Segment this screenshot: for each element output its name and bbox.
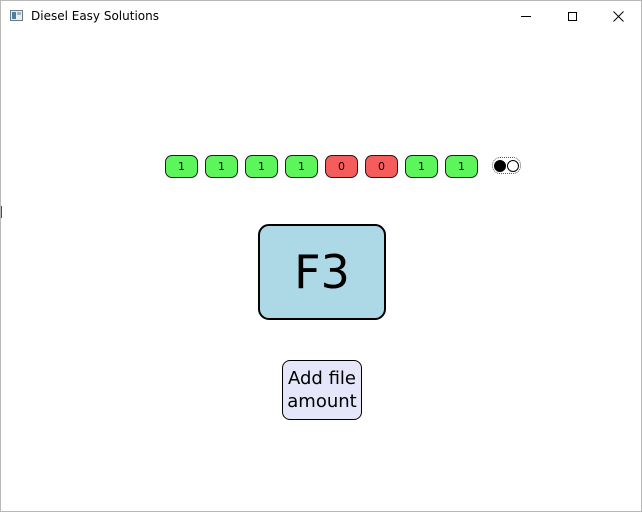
- bit-toggle-5[interactable]: 0: [325, 155, 358, 178]
- app-window: Diesel Easy Solutions 1 1 1 1 0 0 1 1 F3…: [0, 0, 642, 512]
- radio-option-2[interactable]: [507, 160, 519, 172]
- minimize-icon: [521, 16, 531, 17]
- f3-button[interactable]: F3: [258, 224, 386, 320]
- bit-toggle-8[interactable]: 1: [445, 155, 478, 178]
- add-file-amount-button[interactable]: Add file amount: [282, 360, 362, 420]
- bit-toggle-6[interactable]: 0: [365, 155, 398, 178]
- maximize-button[interactable]: [549, 1, 595, 32]
- title-bar[interactable]: Diesel Easy Solutions: [1, 1, 641, 32]
- add-button-label-line1: Add file: [288, 368, 356, 389]
- bit-toggle-2[interactable]: 1: [205, 155, 238, 178]
- minimize-button[interactable]: [503, 1, 549, 32]
- maximize-icon: [567, 12, 577, 21]
- add-button-label-line2: amount: [287, 391, 357, 412]
- radio-option-1[interactable]: [494, 160, 506, 172]
- bit-toggle-4[interactable]: 1: [285, 155, 318, 178]
- window-title: Diesel Easy Solutions: [31, 9, 159, 23]
- bit-toggle-1[interactable]: 1: [165, 155, 198, 178]
- app-icon: [10, 10, 23, 21]
- window-edge-mark: [1, 206, 2, 218]
- close-icon: [612, 11, 624, 22]
- bit-toggle-7[interactable]: 1: [405, 155, 438, 178]
- bit-toggle-3[interactable]: 1: [245, 155, 278, 178]
- close-button[interactable]: [595, 1, 641, 32]
